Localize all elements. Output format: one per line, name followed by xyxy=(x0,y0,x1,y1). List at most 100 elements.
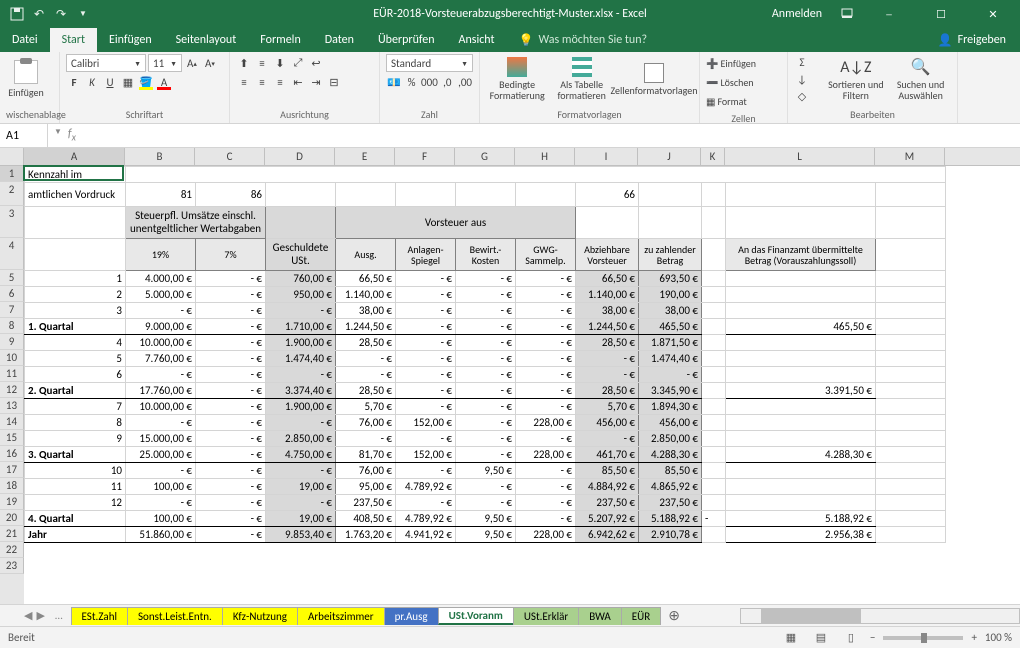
col-header-I[interactable]: I xyxy=(575,148,638,165)
sheet-tab[interactable]: Arbeitszimmer xyxy=(297,607,385,625)
row-header[interactable]: 21 xyxy=(0,526,24,542)
sheet-tab[interactable]: Sonst.Leist.Entn. xyxy=(127,607,223,625)
align-middle-icon[interactable]: ≡ xyxy=(254,55,270,71)
cell-header[interactable]: GWG-Sammelp. xyxy=(516,239,576,271)
cell-header[interactable]: 7% xyxy=(196,239,266,271)
autosum-icon[interactable]: Σ xyxy=(794,54,810,70)
sheet-tab[interactable]: Kfz-Nutzung xyxy=(222,607,298,625)
col-header-E[interactable]: E xyxy=(335,148,395,165)
col-header-K[interactable]: K xyxy=(701,148,725,165)
align-center-icon[interactable]: ≡ xyxy=(254,74,270,90)
normal-view-icon[interactable]: ▦ xyxy=(780,629,802,647)
row-header[interactable]: 23 xyxy=(0,558,24,574)
row-header[interactable]: 10 xyxy=(0,350,24,366)
font-color-icon[interactable]: A xyxy=(156,74,172,90)
bold-icon[interactable]: F xyxy=(66,74,82,90)
fill-color-icon[interactable]: 🪣 xyxy=(138,74,154,90)
row-header[interactable]: 11 xyxy=(0,366,24,382)
sheet-tab[interactable]: EÜR xyxy=(621,607,661,625)
tab-layout[interactable]: Seitenlayout xyxy=(164,28,249,52)
cell-styles-button[interactable]: Zellenformatvorlagen xyxy=(615,54,693,104)
ribbon-options-icon[interactable] xyxy=(840,7,854,21)
cell-header[interactable]: Bewirt.-Kosten xyxy=(456,239,516,271)
delete-cells-button[interactable]: ➖Löschen xyxy=(706,73,756,91)
orientation-icon[interactable]: ⤢ xyxy=(290,55,306,71)
row-header[interactable]: 15 xyxy=(0,430,24,446)
cell-header[interactable]: 19% xyxy=(126,239,196,271)
zoom-out-button[interactable]: − xyxy=(870,631,875,644)
row-header[interactable]: 2 xyxy=(0,182,24,206)
cell[interactable]: - € xyxy=(196,271,266,287)
cell-header[interactable]: Abziehbare Vorsteuer xyxy=(576,239,639,271)
maximize-button[interactable]: ☐ xyxy=(924,0,958,28)
border-icon[interactable]: ▦ xyxy=(120,74,136,90)
wrap-text-icon[interactable]: ↩ xyxy=(308,55,324,71)
tab-insert[interactable]: Einfügen xyxy=(97,28,164,52)
page-break-view-icon[interactable]: ▯ xyxy=(840,629,862,647)
data-table[interactable]: Kennzahl im amtlichen Vordruck818666 Ste… xyxy=(24,166,946,575)
cell[interactable]: 693,50 € xyxy=(639,271,702,287)
find-select-button[interactable]: 🔍Suchen und Auswählen xyxy=(890,54,951,104)
add-sheet-button[interactable]: ⊕ xyxy=(660,607,688,624)
page-layout-view-icon[interactable]: ▤ xyxy=(810,629,832,647)
decrease-font-icon[interactable]: A▾ xyxy=(202,55,218,71)
cancel-formula-icon[interactable]: ▼ xyxy=(54,127,62,143)
row-header[interactable]: 19 xyxy=(0,494,24,510)
font-size-select[interactable]: 11▼ xyxy=(148,54,182,72)
italic-icon[interactable]: K xyxy=(84,74,100,90)
cell[interactable]: Kennzahl im xyxy=(25,167,126,183)
tab-view[interactable]: Ansicht xyxy=(447,28,507,52)
col-header-L[interactable]: L xyxy=(725,148,875,165)
fill-icon[interactable]: ↓ xyxy=(794,71,810,87)
zoom-level[interactable]: 100 % xyxy=(985,631,1012,644)
row-header[interactable]: 3 xyxy=(0,206,24,238)
horizontal-scrollbar[interactable] xyxy=(740,608,1020,624)
cell-header[interactable]: zu zahlender Betrag xyxy=(639,239,702,271)
cell-header[interactable]: Anlagen-Spiegel xyxy=(396,239,456,271)
col-header-C[interactable]: C xyxy=(195,148,265,165)
col-header-F[interactable]: F xyxy=(395,148,455,165)
tab-data[interactable]: Daten xyxy=(313,28,366,52)
row-header[interactable]: 12 xyxy=(0,382,24,398)
row-header[interactable]: 14 xyxy=(0,414,24,430)
cell[interactable]: 4.000,00 € xyxy=(126,271,196,287)
row-header[interactable]: 8 xyxy=(0,318,24,334)
sheet-tab[interactable]: pr.Ausg xyxy=(384,607,439,625)
spreadsheet-grid[interactable]: A B C D E F G H I J K L M 1 2 3 4 5 6 7 … xyxy=(0,148,1020,604)
align-right-icon[interactable]: ≡ xyxy=(272,74,288,90)
decimal-inc-icon[interactable]: ,0 xyxy=(439,74,455,90)
name-box[interactable]: A1 xyxy=(0,124,48,147)
merge-icon[interactable]: ⊟ xyxy=(326,74,342,90)
row-header[interactable]: 16 xyxy=(0,446,24,462)
cell-header[interactable]: An das Finanzamt übermittelte Betrag (Vo… xyxy=(726,239,876,271)
sheet-tab-active[interactable]: USt.Voranm xyxy=(438,607,514,625)
sort-filter-button[interactable]: A↓ZSortieren und Filtern xyxy=(825,54,886,104)
cell-header[interactable]: Ausg. xyxy=(336,239,396,271)
close-button[interactable]: ✕ xyxy=(976,0,1010,28)
row-header[interactable]: 7 xyxy=(0,302,24,318)
redo-icon[interactable]: ↷ xyxy=(54,7,68,21)
sheet-tab[interactable]: USt.Erklär xyxy=(513,607,579,625)
clear-icon[interactable]: ◇ xyxy=(794,88,810,104)
zoom-in-button[interactable]: + xyxy=(971,631,976,644)
file-tab[interactable]: Datei xyxy=(0,28,50,52)
format-cells-button[interactable]: ▦Format xyxy=(706,92,756,110)
row-header[interactable]: 5 xyxy=(0,270,24,286)
cell[interactable]: 760,00 € xyxy=(266,271,336,287)
row-header[interactable]: 4 xyxy=(0,238,24,270)
col-header-H[interactable]: H xyxy=(515,148,575,165)
row-header[interactable]: 22 xyxy=(0,542,24,558)
number-format-select[interactable]: Standard▼ xyxy=(386,54,473,72)
tab-formulas[interactable]: Formeln xyxy=(248,28,312,52)
zoom-slider[interactable] xyxy=(883,636,963,640)
cell-quarter[interactable]: 1. Quartal xyxy=(25,319,126,335)
row-header[interactable]: 13 xyxy=(0,398,24,414)
row-header[interactable]: 1 xyxy=(0,166,24,182)
cell-header[interactable]: Vorsteuer aus xyxy=(336,207,576,239)
sheet-tab[interactable]: ESt.Zahl xyxy=(71,607,128,625)
formula-input[interactable] xyxy=(82,124,1020,147)
increase-font-icon[interactable]: A▴ xyxy=(184,55,200,71)
row-header[interactable]: 6 xyxy=(0,286,24,302)
align-top-icon[interactable]: ⬆ xyxy=(236,55,252,71)
sheet-tab[interactable]: BWA xyxy=(578,607,622,625)
